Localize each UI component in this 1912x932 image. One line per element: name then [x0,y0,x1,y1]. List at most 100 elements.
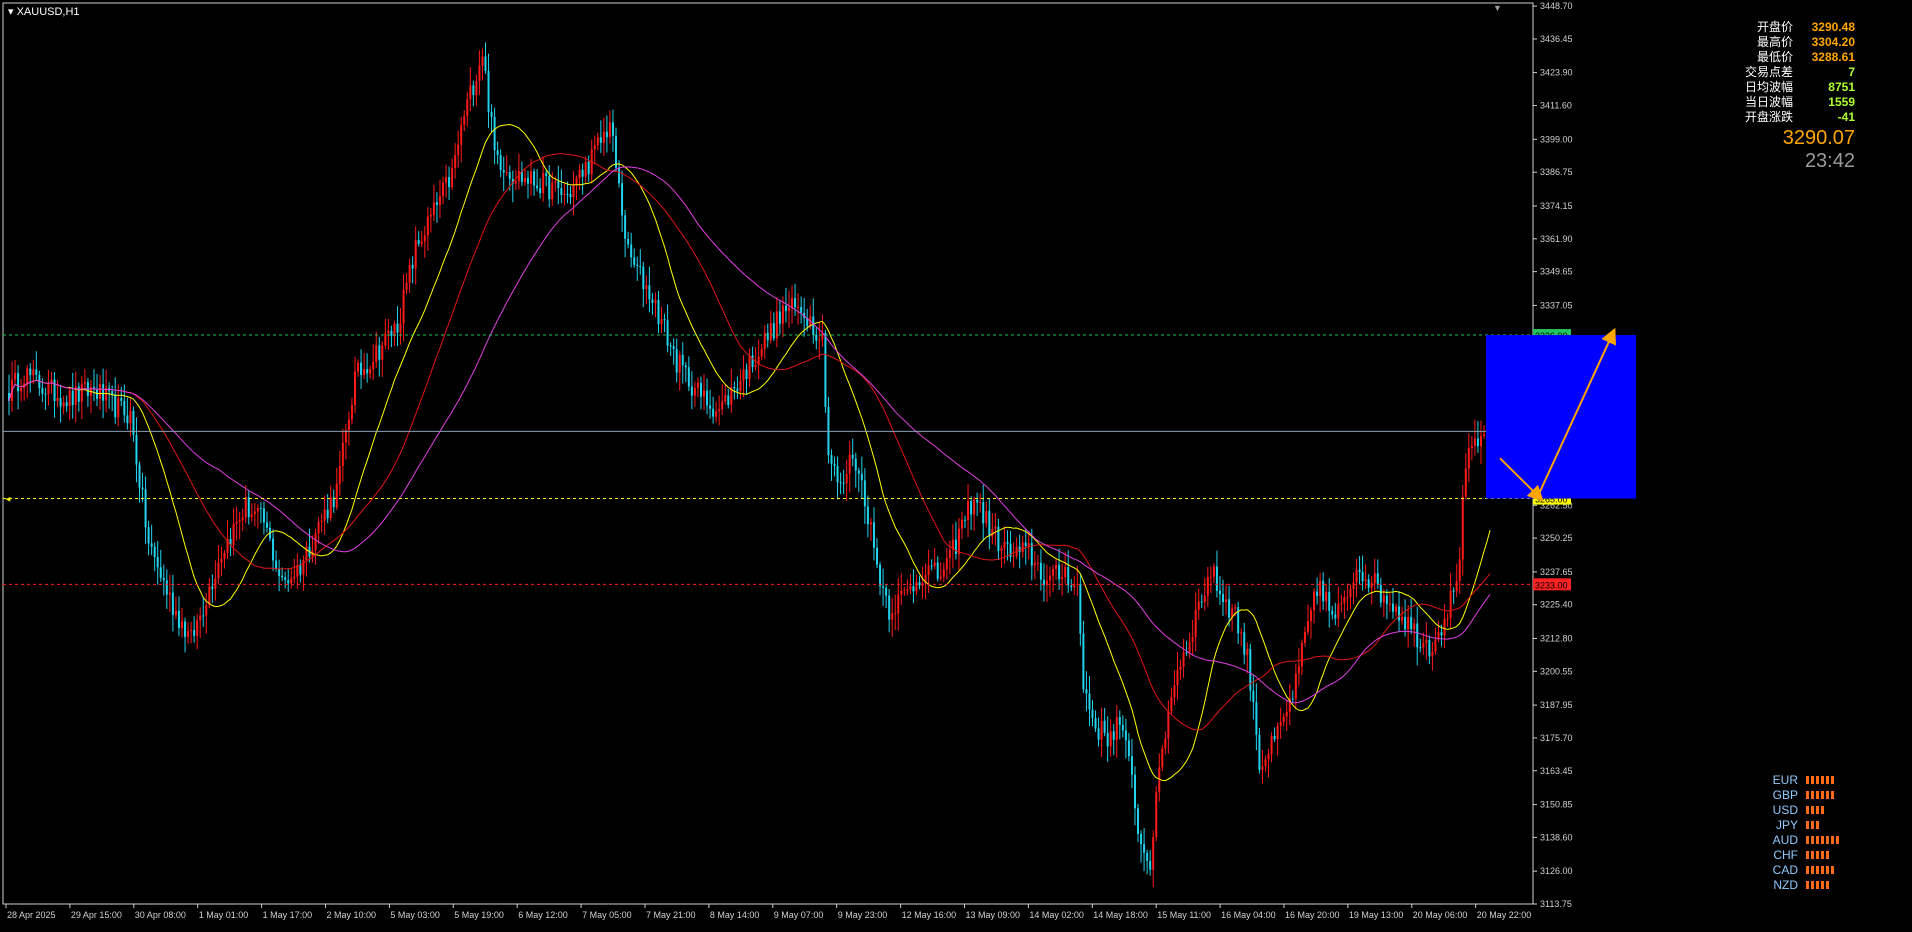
candle-body [587,161,590,175]
price-chart[interactable]: 3448.70 3436.45 3423.90 3411.60 3399.00 3386.… [0,0,1912,927]
candle-body [602,131,605,143]
candle-body [675,349,678,373]
strength-bar-cell [1806,865,1809,874]
candle-body [144,489,147,528]
candle-body [651,299,654,303]
strength-row: CHF [1770,847,1839,862]
candle-body [830,455,833,464]
strength-bar-cell [1821,835,1824,844]
candle-body [235,521,238,524]
candle-body [138,464,141,488]
candle-body [272,538,275,561]
candle-body [939,576,942,579]
info-value: -41 [1837,110,1855,124]
info-row: 当日波幅 1559 [1745,95,1855,110]
strength-row: EUR [1770,772,1839,787]
candle-body [165,580,168,595]
candle-body [872,522,875,548]
candle-body [663,319,666,321]
candle-body [1416,623,1419,648]
candle-body [575,178,578,185]
candle-body [970,501,973,515]
info-label: 开盘价 [1756,20,1793,34]
candle-body [1434,639,1437,652]
candle-body [1398,606,1401,621]
x-tick-label: 30 Apr 08:00 [135,910,186,920]
candle-body [842,482,845,484]
strength-bar-cell [1811,850,1814,859]
strength-bar-cell [1821,790,1824,799]
candle-body [627,238,630,245]
candle-body [293,576,296,579]
strength-bars [1806,805,1824,814]
candle-body [897,594,900,614]
strength-bar-cell [1826,865,1829,874]
strength-bar-cell [1816,790,1819,799]
candle-body [1331,610,1334,615]
y-tick-label: 3374.15 [1540,201,1573,211]
candle-body [982,501,985,524]
y-tick-label: 3349.65 [1540,267,1573,277]
candle-body [739,380,742,392]
candle-body [800,307,803,313]
candle-body [1140,833,1143,845]
candle-body [696,382,699,389]
candle-body [1300,642,1303,667]
y-tick-label: 3113.75 [1540,899,1572,909]
candle-body [1310,610,1313,622]
candle-body [402,289,405,324]
candle-body [1470,445,1473,448]
candle-body [478,65,481,82]
x-tick-label: 20 May 22:00 [1477,910,1532,920]
candle-body [660,319,663,325]
candle-body [639,265,642,267]
candle-body [366,369,369,374]
candle-body [338,466,341,484]
y-tick-label: 3361.90 [1540,234,1573,244]
candle-body [250,514,253,518]
candle-body [909,586,912,590]
candle-body [690,386,693,396]
candle-body [1479,435,1482,447]
candle-body [29,368,32,376]
candle-body [360,362,363,375]
candle-body [238,520,241,522]
candle-body [1021,542,1024,553]
candle-body [557,181,560,189]
symbol-dropdown-icon[interactable]: ▾ [8,6,14,18]
x-tick-label: 14 May 02:00 [1029,910,1084,920]
candle-body [581,169,584,177]
candle-body [912,586,915,592]
candle-body [1252,690,1255,703]
candle-body [26,368,29,384]
candle-body [193,629,196,636]
currency-strength-panel: EUR GBP USD JPY AUD CHF CAD NZD [1770,772,1839,892]
chart-svg[interactable]: 3448.70 3436.45 3423.90 3411.60 3399.00 3386.… [0,0,1912,927]
candle-body [423,235,426,242]
candle-body [381,345,384,360]
candle-body [187,630,190,637]
strength-bars [1806,820,1819,829]
candle-body [848,454,851,474]
candle-body [1061,577,1064,580]
strength-bar-cell [1811,775,1814,784]
candle-body [1143,844,1146,853]
info-label: 最低价 [1756,50,1793,64]
candle-body [253,511,256,515]
candle-body [44,393,47,395]
candle-body [718,409,721,412]
candle-body [1164,738,1167,749]
candle-body [1337,603,1340,619]
y-tick-label: 3423.90 [1540,68,1573,78]
symbol-label: ▾ XAUUSD,H1 [8,5,80,18]
candle-body [611,122,614,136]
info-label: 日均波幅 [1744,80,1793,94]
moving-average-line [8,153,1491,731]
candle-body [390,331,393,337]
x-tick-label: 12 May 16:00 [902,910,957,920]
candle-body [1130,756,1133,775]
candle-body [20,388,23,392]
candle-body [120,398,123,401]
candle-body [703,390,706,397]
candle-body [1388,603,1391,605]
